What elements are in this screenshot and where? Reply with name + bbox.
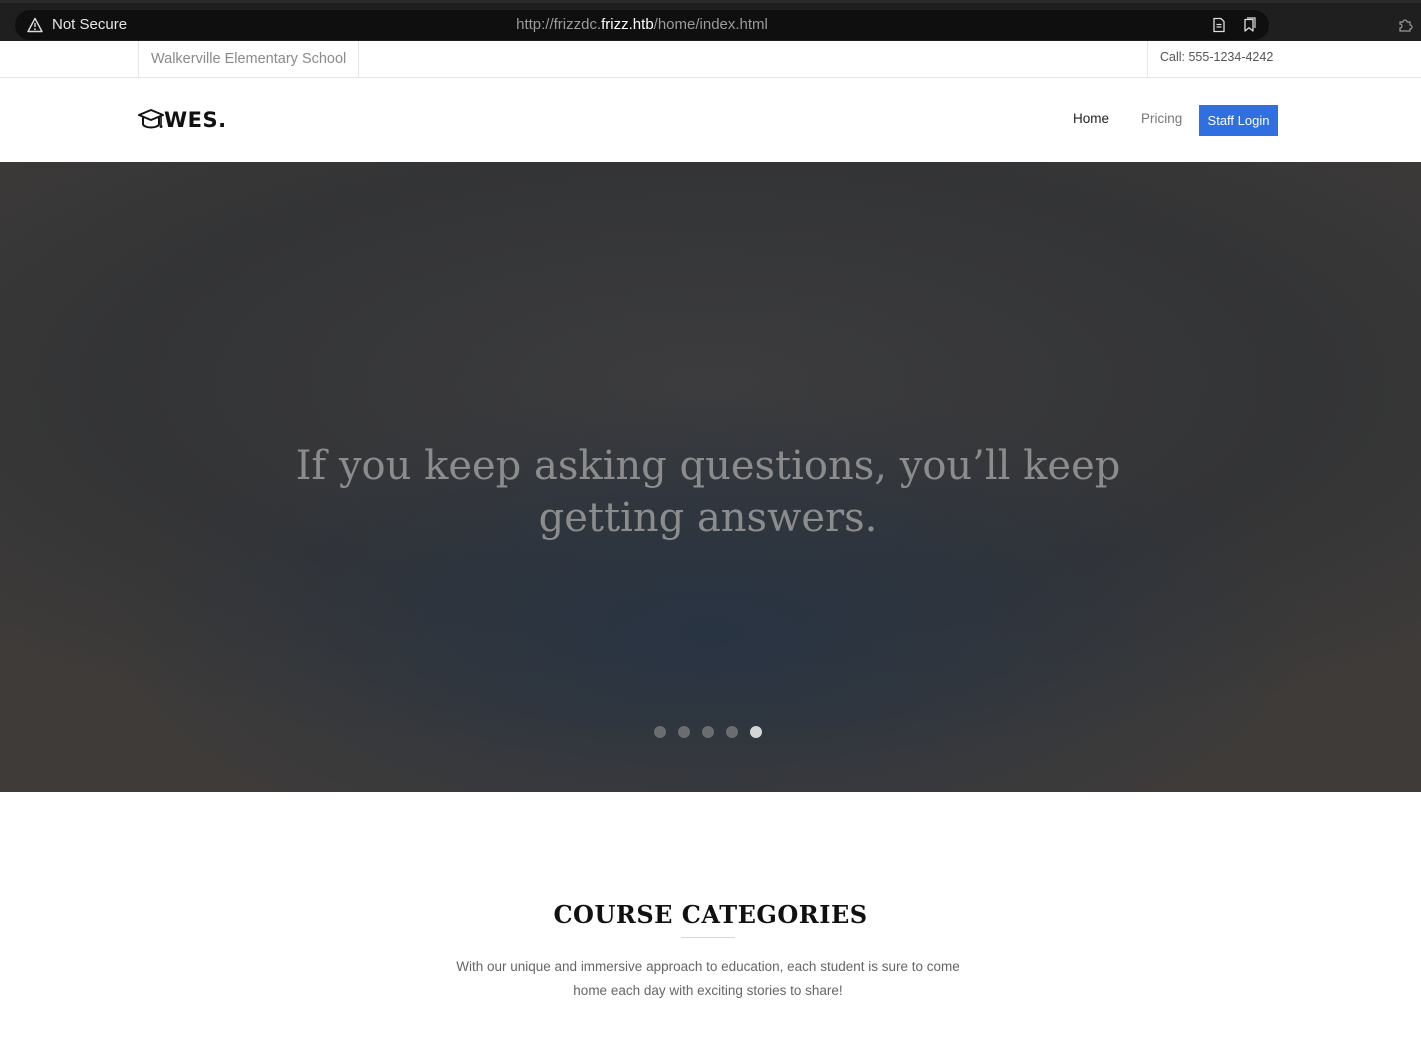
hero-slider: If you keep asking questions, you’ll kee… (0, 162, 1421, 792)
bookmark-icon[interactable] (1241, 17, 1257, 33)
slider-dot-2[interactable] (678, 726, 690, 738)
graduation-cap-icon (138, 109, 164, 129)
url-host: frizz.htb (601, 16, 654, 33)
url-text[interactable]: http://frizzdc.frizz.htb/home/index.html (15, 16, 1269, 34)
site-logo[interactable]: WES. (138, 106, 227, 134)
slider-pagination (654, 726, 762, 738)
slider-dot-1[interactable] (654, 726, 666, 738)
slider-dot-4[interactable] (726, 726, 738, 738)
slider-dot-3[interactable] (702, 726, 714, 738)
logo-text: WES. (164, 108, 227, 132)
url-path: /home/index.html (653, 16, 768, 33)
extensions-icon[interactable] (1397, 17, 1413, 33)
reader-mode-icon[interactable] (1211, 17, 1227, 33)
top-info-bar: Walkerville Elementary School Call: 555-… (0, 41, 1421, 78)
course-categories-description: With our unique and immersive approach t… (456, 959, 960, 998)
nav-home-link[interactable]: Home (1073, 111, 1109, 126)
nav-pricing-link[interactable]: Pricing (1141, 111, 1182, 126)
school-name: Walkerville Elementary School (138, 41, 360, 77)
hero-quote: If you keep asking questions, you’ll kee… (295, 443, 1121, 541)
address-bar[interactable]: Not Secure http://frizzdc.frizz.htb/home… (15, 10, 1269, 40)
staff-login-button[interactable]: Staff Login (1199, 105, 1278, 136)
phone-number: Call: 555-1234-4242 (1147, 41, 1273, 77)
main-navbar: WES. Home Pricing Staff Login (0, 78, 1421, 162)
course-categories-title: COURSE CATEGORIES (553, 900, 868, 929)
title-divider (681, 937, 735, 938)
slider-dot-5[interactable] (750, 726, 762, 738)
url-prefix: http://frizzdc. (516, 16, 602, 33)
browser-toolbar: Not Secure http://frizzdc.frizz.htb/home… (0, 0, 1421, 41)
